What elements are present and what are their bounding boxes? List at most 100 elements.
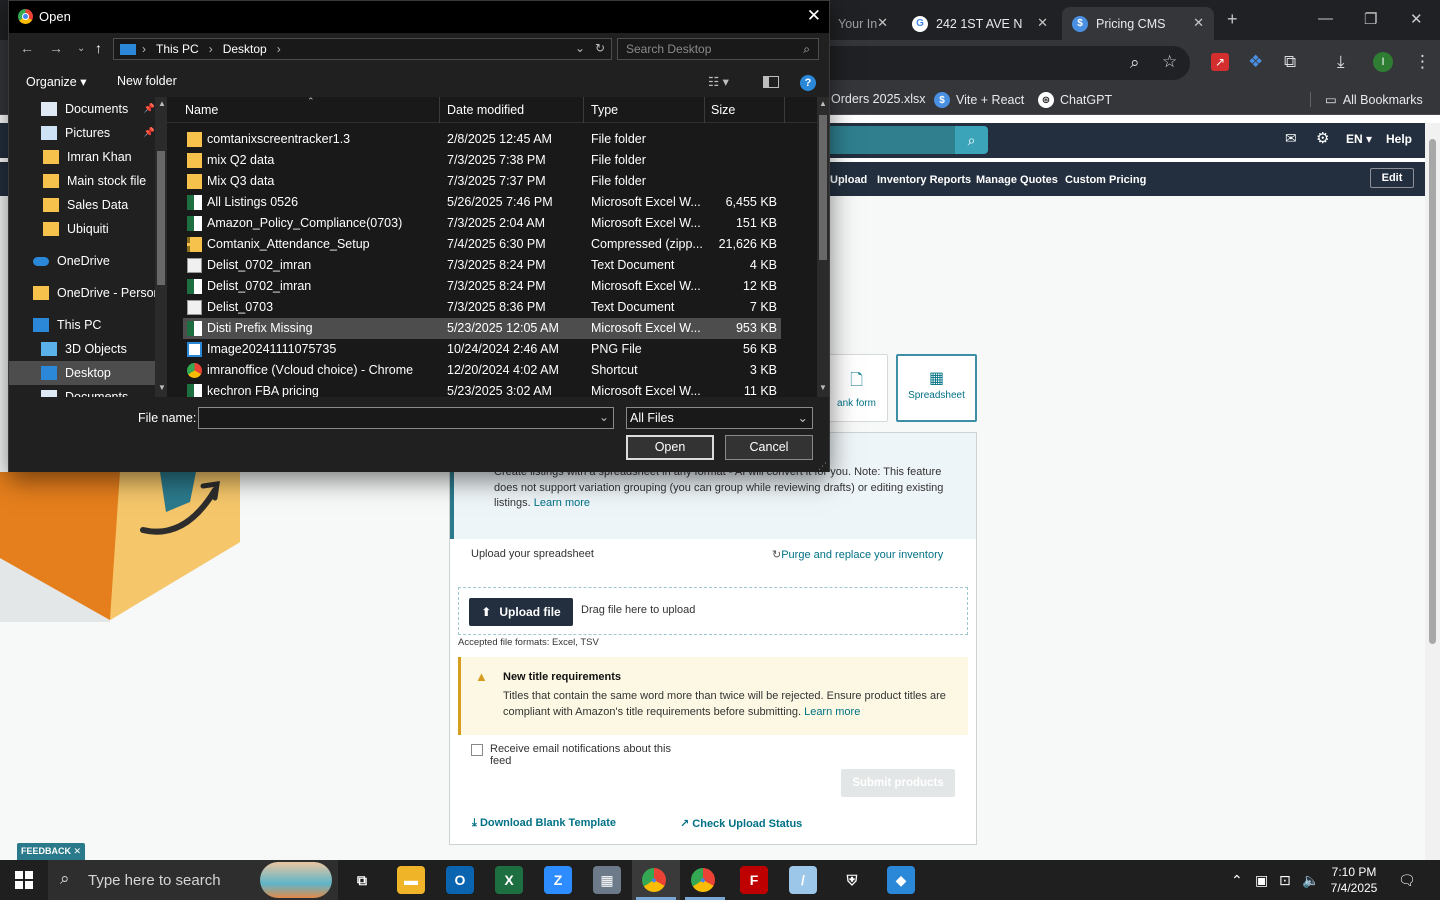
downloads-icon[interactable]: ⤓	[1337, 53, 1345, 71]
nav-item-onedrive[interactable]: OneDrive	[9, 249, 155, 273]
clock[interactable]: 7:10 PM 7/4/2025	[1320, 864, 1388, 896]
learn-more-link[interactable]: Learn more	[534, 497, 590, 509]
column-type[interactable]: Type	[591, 103, 618, 117]
nav-item-documents[interactable]: Documents	[9, 385, 155, 397]
forward-arrow-icon[interactable]: →	[49, 40, 63, 56]
app-blue-icon[interactable]: ◆	[887, 866, 915, 894]
page-scrollbar[interactable]	[1425, 123, 1440, 860]
address-bar[interactable]: ⌕ ☆	[830, 46, 1190, 80]
upload-file-button[interactable]: ⬆ Upload file	[469, 598, 573, 626]
outlook-icon[interactable]: O	[446, 866, 474, 894]
file-row[interactable]: Mix Q3 data 7/3/2025 7:37 PM File folder	[183, 171, 781, 192]
file-row[interactable]: All Listings 0526 5/26/2025 7:46 PM Micros…	[183, 192, 781, 213]
resize-grip-icon[interactable]: ⋰	[818, 461, 827, 472]
bookmark-orders[interactable]: Orders 2025.xlsx	[831, 92, 925, 106]
chrome-icon[interactable]: ●	[642, 868, 666, 892]
tab-pricing-cms[interactable]: $ Pricing CMS ✕	[1062, 7, 1214, 40]
nav-upload[interactable]: Upload	[830, 174, 867, 186]
taskbar-search[interactable]: ⌕ Type here to search	[48, 860, 338, 900]
breadcrumb-desktop[interactable]: Desktop	[223, 42, 267, 56]
check-status-link[interactable]: ↗ Check Upload Status	[680, 817, 802, 830]
excel-icon[interactable]: X	[495, 866, 523, 894]
mail-icon[interactable]: ✉	[1285, 130, 1297, 147]
nav-pane-scrollbar[interactable]: ▲ ▼	[155, 97, 167, 397]
column-name[interactable]: Name	[185, 103, 218, 117]
zoom-icon[interactable]: Z	[544, 866, 572, 894]
search-input[interactable]	[830, 126, 955, 154]
column-date[interactable]: Date modified	[447, 103, 524, 117]
task-view-icon[interactable]: ⧉	[348, 866, 376, 894]
scrollbar-thumb[interactable]	[1429, 139, 1436, 644]
column-size[interactable]: Size	[711, 103, 735, 117]
file-type-select[interactable]: All Files ⌄	[626, 407, 813, 429]
preview-pane-icon[interactable]	[763, 76, 779, 88]
file-row[interactable]: Delist_0702_imran 7/3/2025 8:24 PM Text Do…	[183, 255, 781, 276]
security-icon[interactable]: ⛨	[838, 866, 866, 894]
bookmark-chatgpt[interactable]: ⊛ ChatGPT	[1038, 92, 1112, 108]
file-row[interactable]: Delist_0703 7/3/2025 8:36 PM Text Document…	[183, 297, 781, 318]
nav-item-desktop[interactable]: Desktop	[9, 361, 155, 385]
show-hidden-icons-icon[interactable]: ⌃	[1231, 872, 1243, 889]
download-template-link[interactable]: ⤓ Download Blank Template	[472, 817, 616, 830]
bookmark-vite[interactable]: $ Vite + React	[934, 92, 1024, 108]
tab-close-icon[interactable]: ✕	[1193, 15, 1204, 31]
recent-locations-icon[interactable]: ⌄	[77, 43, 85, 54]
help-icon[interactable]: ?	[800, 75, 816, 91]
calculator-icon[interactable]: ▦	[593, 866, 621, 894]
submit-products-button[interactable]: Submit products	[841, 769, 955, 797]
chrome-menu-icon[interactable]: ⋮	[1414, 53, 1431, 71]
nav-manage-quotes[interactable]: Manage Quotes	[976, 174, 1058, 186]
blank-form-card[interactable]: 🗋 ank form	[826, 354, 888, 422]
close-window-icon[interactable]: ✕	[1410, 10, 1423, 28]
open-button[interactable]: Open	[626, 435, 714, 460]
nav-item-main-stock-file[interactable]: Main stock file	[9, 169, 155, 193]
notifications-icon[interactable]: 🗨	[1398, 872, 1416, 889]
file-row[interactable]: mix Q2 data 7/3/2025 7:38 PM File folder	[183, 150, 781, 171]
file-drop-zone[interactable]: ⬆ Upload file Drag file here to upload	[458, 587, 968, 635]
settings-gear-icon[interactable]: ⚙	[1316, 129, 1329, 147]
nav-item-onedrive-persor[interactable]: OneDrive - Persor	[9, 281, 158, 305]
view-options-icon[interactable]: ☷ ▾	[708, 74, 729, 89]
file-row[interactable]: Amazon_Policy_Compliance(0703) 7/3/2025 2…	[183, 213, 781, 234]
nav-item-imran-khan[interactable]: Imran Khan	[9, 145, 155, 169]
network-icon[interactable]: ⊡	[1279, 872, 1291, 889]
scroll-up-icon[interactable]: ▲	[819, 99, 827, 108]
feedback-tab[interactable]: FEEDBACK ✕	[17, 843, 85, 860]
spreadsheet-card[interactable]: ▦ Spreadsheet	[896, 354, 977, 422]
breadcrumb[interactable]: › This PC › Desktop › ⌄ ↻	[113, 38, 612, 60]
file-row[interactable]: imranoffice (Vcloud choice) - Chrome 12/2…	[183, 360, 781, 381]
cancel-button[interactable]: Cancel	[725, 435, 813, 460]
nav-item-ubiquiti[interactable]: Ubiquiti	[9, 217, 155, 241]
purge-inventory-link[interactable]: ↻Purge and replace your inventory	[772, 548, 943, 561]
volume-icon[interactable]: 🔈	[1302, 872, 1319, 889]
scrollbar-thumb[interactable]	[819, 115, 827, 260]
nav-inventory-reports[interactable]: Inventory Reports	[877, 174, 971, 186]
edit-button[interactable]: Edit	[1370, 168, 1414, 188]
chevron-down-icon[interactable]: ⌄	[575, 41, 585, 55]
scroll-down-icon[interactable]: ▼	[819, 383, 827, 392]
profile-avatar[interactable]: I	[1373, 52, 1393, 72]
breadcrumb-this-pc[interactable]: This PC	[156, 42, 199, 56]
file-explorer-icon[interactable]: ▬	[397, 866, 425, 894]
file-list-scrollbar[interactable]: ▲ ▼	[817, 97, 829, 397]
filezilla-icon[interactable]: F	[740, 866, 768, 894]
file-row[interactable]: kechron FBA pricing 5/23/2025 3:02 AM Micr…	[183, 381, 781, 397]
nav-item-this-pc[interactable]: This PC	[9, 313, 155, 337]
minimize-icon[interactable]: —	[1318, 10, 1333, 27]
help-link[interactable]: Help	[1386, 132, 1412, 146]
language-selector[interactable]: EN ▾	[1346, 132, 1372, 146]
network-alert-icon[interactable]: ▣	[1255, 872, 1268, 889]
close-icon[interactable]: ✕	[807, 6, 821, 26]
notepad-icon[interactable]: /	[789, 866, 817, 894]
all-bookmarks[interactable]: ▭ All Bookmarks	[1310, 92, 1423, 107]
extension-red-icon[interactable]: ↗	[1211, 53, 1229, 71]
tab-close-icon[interactable]: ✕	[1037, 15, 1048, 31]
file-row[interactable]: Comtanix_Attendance_Setup 7/4/2025 6:30 P…	[183, 234, 781, 255]
organize-button[interactable]: Organize ▾	[26, 74, 86, 89]
scrollbar-thumb[interactable]	[157, 151, 165, 285]
search-input[interactable]: Search Desktop ⌕	[617, 38, 819, 60]
nav-custom-pricing[interactable]: Custom Pricing	[1065, 174, 1146, 186]
file-row[interactable]: Image20241111075735 10/24/2024 2:46 AM PNG…	[183, 339, 781, 360]
tab-google[interactable]: G 242 1ST AVE N S ✕	[902, 7, 1058, 40]
chrome-2-icon[interactable]: ●	[691, 868, 715, 892]
